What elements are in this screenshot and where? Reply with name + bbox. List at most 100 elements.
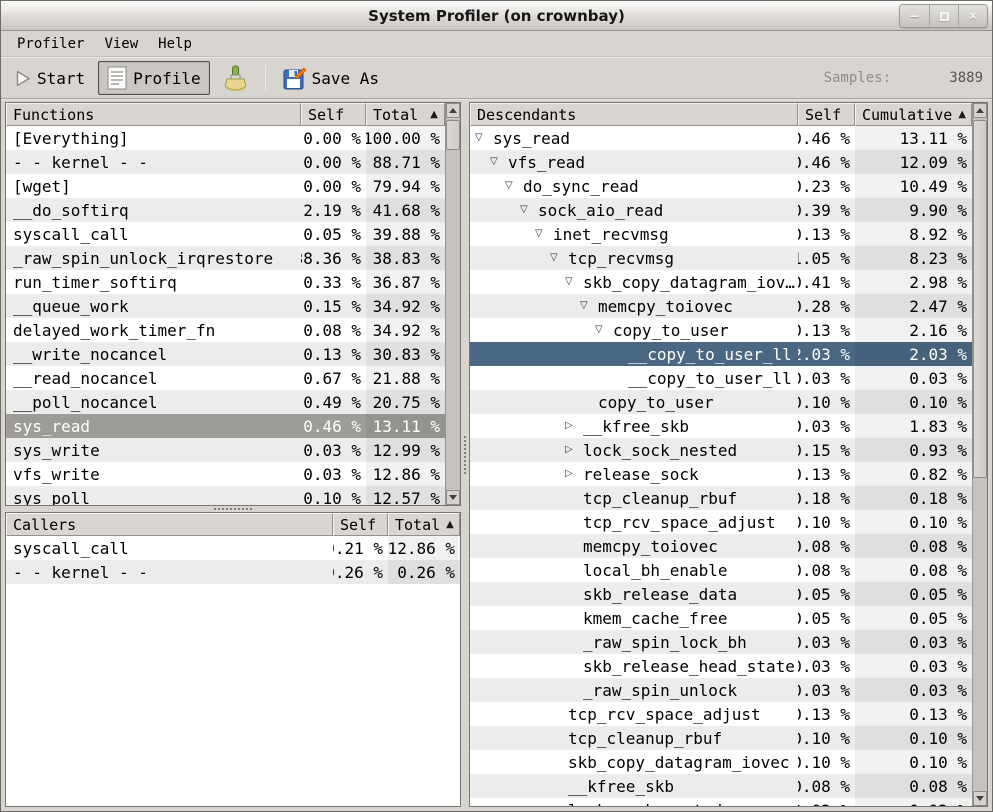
tree-row[interactable]: __copy_to_user_ll2.03 %2.03 % [470, 342, 972, 366]
functions-total-column-header[interactable]: Total▲ [366, 103, 445, 126]
functions-scroll-up-button[interactable] [446, 103, 460, 118]
functions-scrollbar[interactable] [445, 103, 460, 505]
tree-row[interactable]: tcp_rcv_space_adjust0.13 %0.13 % [470, 702, 972, 726]
functions-scrollbar-trough[interactable] [446, 118, 460, 490]
minimize-button[interactable]: – [900, 5, 929, 27]
menu-profiler[interactable]: Profiler [7, 33, 94, 55]
horizontal-pane-splitter[interactable] [461, 102, 469, 807]
expander-open-icon[interactable]: ▽ [580, 294, 594, 318]
self-percent: 2.19 % [301, 198, 366, 222]
functions-scroll-down-button[interactable] [446, 490, 460, 505]
table-row[interactable]: sys_poll0.10 %12.57 % [6, 486, 445, 505]
tree-row[interactable]: _raw_spin_lock_bh0.03 %0.03 % [470, 630, 972, 654]
tree-row[interactable]: ▽copy_to_user0.13 %2.16 % [470, 318, 972, 342]
tree-row[interactable]: ▽sys_read0.46 %13.11 % [470, 126, 972, 150]
menu-view[interactable]: View [94, 33, 148, 55]
tree-row[interactable]: ▽memcpy_toiovec0.28 %2.47 % [470, 294, 972, 318]
start-button[interactable]: Start [7, 64, 94, 93]
expander-open-icon[interactable]: ▽ [505, 174, 519, 198]
cumulative-percent: 8.92 % [855, 222, 972, 246]
profile-button[interactable]: Profile [98, 61, 209, 95]
table-row[interactable]: - - kernel - -0.26 %0.26 % [6, 560, 460, 584]
tree-row[interactable]: ▽tcp_recvmsg1.05 %8.23 % [470, 246, 972, 270]
function-name: __queue_work [6, 294, 301, 318]
tree-row[interactable]: ▽vfs_read0.46 %12.09 % [470, 150, 972, 174]
table-row[interactable]: syscall_call0.05 %39.88 % [6, 222, 445, 246]
tree-row[interactable]: skb_release_data0.05 %0.05 % [470, 582, 972, 606]
expander-open-icon[interactable]: ▽ [550, 246, 564, 270]
expander-open-icon[interactable]: ▽ [565, 270, 579, 294]
functions-scrollbar-thumb[interactable] [446, 120, 460, 150]
expander-open-icon[interactable]: ▽ [535, 222, 549, 246]
tree-row[interactable]: copy_to_user0.10 %0.10 % [470, 390, 972, 414]
descendants-cumulative-column-header[interactable]: Cumulative▲ [855, 103, 972, 126]
table-row[interactable]: sys_write0.03 %12.99 % [6, 438, 445, 462]
table-row[interactable]: [Everything]0.00 %100.00 % [6, 126, 445, 150]
table-row[interactable]: run_timer_softirq0.33 %36.87 % [6, 270, 445, 294]
tree-row[interactable]: kmem_cache_free0.05 %0.05 % [470, 606, 972, 630]
descendants-scroll-up-button[interactable] [973, 103, 987, 118]
table-row[interactable]: sys_read0.46 %13.11 % [6, 414, 445, 438]
descendants-scroll-down-button[interactable] [973, 791, 987, 806]
table-row[interactable]: vfs_write0.03 %12.86 % [6, 462, 445, 486]
tree-row[interactable]: local_bh_enable0.08 %0.08 % [470, 558, 972, 582]
descendants-scrollbar[interactable] [972, 103, 987, 806]
table-row[interactable]: syscall_call0.21 %12.86 % [6, 536, 460, 560]
expander-open-icon[interactable]: ▽ [475, 126, 489, 150]
descendants-self-column-header[interactable]: Self [798, 103, 855, 126]
table-row[interactable]: [wget]0.00 %79.94 % [6, 174, 445, 198]
callers-self-column-header[interactable]: Self [333, 513, 388, 536]
tree-row[interactable]: skb_copy_datagram_iovec0.10 %0.10 % [470, 750, 972, 774]
tree-row[interactable]: ▷__kfree_skb0.03 %1.83 % [470, 414, 972, 438]
table-row[interactable]: __read_nocancel0.67 %21.88 % [6, 366, 445, 390]
table-row[interactable]: delayed_work_timer_fn0.08 %34.92 % [6, 318, 445, 342]
self-percent: 0.03 % [798, 630, 855, 654]
tree-row[interactable]: memcpy_toiovec0.08 %0.08 % [470, 534, 972, 558]
callers-column-header[interactable]: Callers [6, 513, 333, 536]
tree-row[interactable]: tcp_cleanup_rbuf0.10 %0.10 % [470, 726, 972, 750]
save-as-button[interactable]: Save As [274, 62, 388, 95]
table-row[interactable]: __poll_nocancel0.49 %20.75 % [6, 390, 445, 414]
arrow-down-icon [449, 495, 457, 500]
tree-row[interactable]: tcp_rcv_space_adjust0.10 %0.10 % [470, 510, 972, 534]
functions-column-header[interactable]: Functions [6, 103, 301, 126]
expander-open-icon[interactable]: ▽ [490, 150, 504, 174]
tree-row[interactable]: ▽inet_recvmsg0.13 %8.92 % [470, 222, 972, 246]
tree-row[interactable]: __copy_to_user_ll0.03 %0.03 % [470, 366, 972, 390]
cumulative-percent: 10.49 % [855, 174, 972, 198]
table-row[interactable]: __write_nocancel0.13 %30.83 % [6, 342, 445, 366]
functions-table-body: [Everything]0.00 %100.00 %- - kernel - -… [6, 126, 445, 505]
functions-self-column-header[interactable]: Self [301, 103, 366, 126]
titlebar[interactable]: System Profiler (on crownbay) – × [1, 1, 992, 31]
table-row[interactable]: _raw_spin_unlock_irqrestore38.36 %38.83 … [6, 246, 445, 270]
expander-open-icon[interactable]: ▽ [520, 198, 534, 222]
expander-collapsed-icon[interactable]: ▷ [565, 438, 579, 462]
vertical-pane-splitter[interactable] [5, 506, 461, 512]
tree-row[interactable]: skb_release_head_state0.03 %0.03 % [470, 654, 972, 678]
close-button[interactable]: × [958, 5, 987, 27]
descendants-scrollbar-thumb[interactable] [973, 120, 987, 478]
menu-help[interactable]: Help [148, 33, 202, 55]
tree-row[interactable]: __kfree_skb0.08 %0.08 % [470, 774, 972, 798]
table-row[interactable]: __do_softirq2.19 %41.68 % [6, 198, 445, 222]
tree-row[interactable]: _raw_spin_unlock0.03 %0.03 % [470, 678, 972, 702]
expander-open-icon[interactable]: ▽ [595, 318, 609, 342]
tree-row[interactable]: ▷release_sock0.13 %0.82 % [470, 462, 972, 486]
tree-row[interactable]: lock_sock_nested0.03 %0.03 % [470, 798, 972, 806]
table-row[interactable]: - - kernel - -0.00 %88.71 % [6, 150, 445, 174]
arrow-down-icon [976, 796, 984, 801]
descendants-scrollbar-trough[interactable] [973, 118, 987, 791]
descendants-column-header[interactable]: Descendants [470, 103, 798, 126]
callers-total-column-header[interactable]: Total▲ [388, 513, 460, 536]
expander-collapsed-icon[interactable]: ▷ [565, 414, 579, 438]
tree-row[interactable]: ▷lock_sock_nested0.15 %0.93 % [470, 438, 972, 462]
table-row[interactable]: __queue_work0.15 %34.92 % [6, 294, 445, 318]
cumulative-percent: 2.98 % [855, 270, 972, 294]
reset-button[interactable] [214, 60, 257, 97]
tree-row[interactable]: ▽do_sync_read0.23 %10.49 % [470, 174, 972, 198]
maximize-button[interactable] [929, 5, 958, 27]
tree-row[interactable]: ▽sock_aio_read0.39 %9.90 % [470, 198, 972, 222]
expander-collapsed-icon[interactable]: ▷ [565, 462, 579, 486]
tree-row[interactable]: tcp_cleanup_rbuf0.18 %0.18 % [470, 486, 972, 510]
tree-row[interactable]: ▽skb_copy_datagram_iov…0.41 %2.98 % [470, 270, 972, 294]
